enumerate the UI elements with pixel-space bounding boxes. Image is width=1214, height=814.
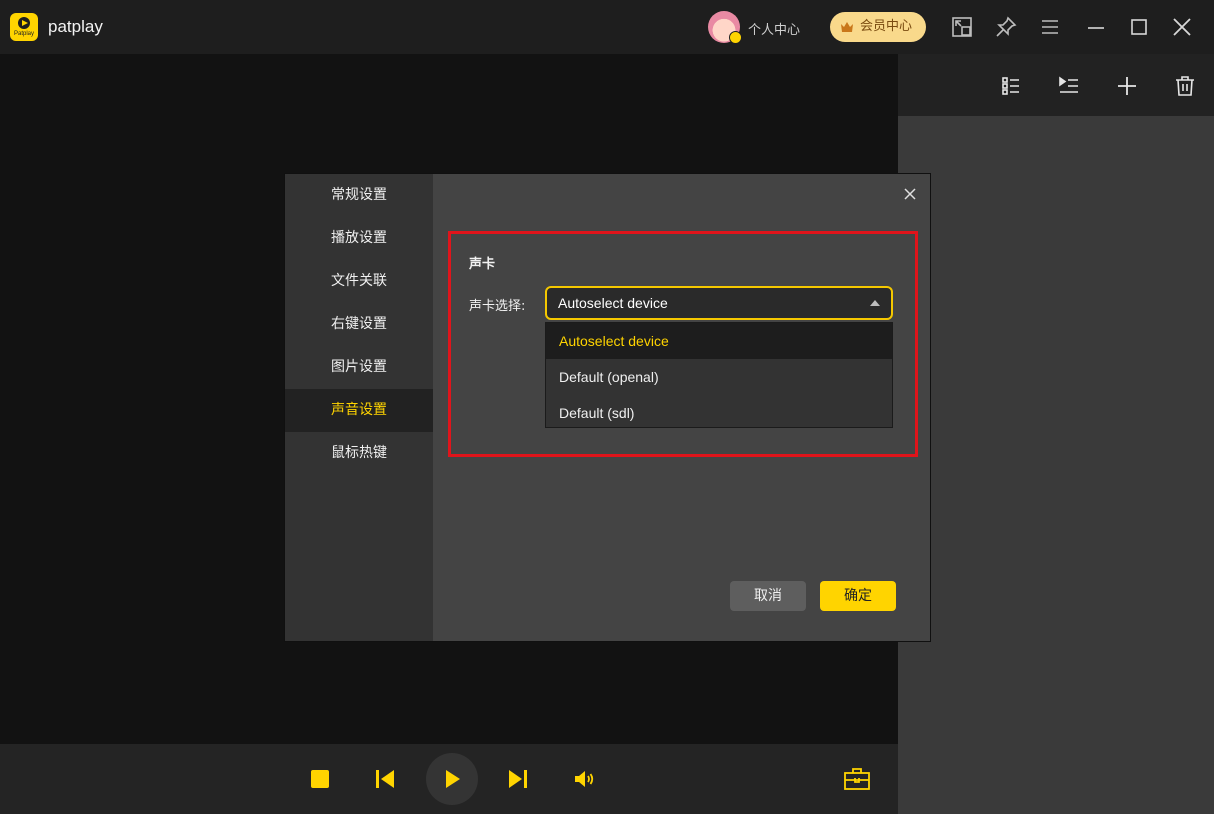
option-openal[interactable]: Default (openal) — [546, 359, 892, 395]
playlist-mode-icon[interactable] — [1057, 74, 1081, 98]
select-value: Autoselect device — [558, 295, 668, 311]
maximize-icon[interactable] — [1127, 15, 1151, 39]
playlist-panel — [898, 54, 1214, 814]
previous-icon[interactable] — [373, 767, 397, 791]
minimize-icon[interactable] — [1084, 15, 1108, 39]
play-button[interactable] — [426, 753, 478, 805]
play-icon — [446, 770, 460, 788]
close-window-icon[interactable] — [1170, 15, 1194, 39]
settings-dialog: 常规设置 播放设置 文件关联 右键设置 图片设置 声音设置 鼠标热键 声卡 声卡… — [284, 173, 931, 642]
cancel-button[interactable]: 取消 — [730, 581, 806, 611]
nav-item-file-association[interactable]: 文件关联 — [285, 260, 433, 303]
nav-item-context-menu[interactable]: 右键设置 — [285, 303, 433, 346]
section-title: 声卡 — [469, 257, 496, 272]
sound-card-section: 声卡 声卡选择: Autoselect device Autoselect de… — [448, 231, 918, 457]
stop-icon[interactable] — [308, 767, 332, 791]
chevron-up-icon — [870, 300, 880, 306]
delete-icon[interactable] — [1173, 74, 1197, 98]
mini-player-icon[interactable] — [950, 15, 974, 39]
crown-icon — [841, 22, 853, 32]
option-sdl[interactable]: Default (sdl) — [546, 395, 892, 431]
option-autoselect[interactable]: Autoselect device — [546, 323, 892, 359]
list-view-icon[interactable] — [999, 74, 1023, 98]
app-logo-icon: Patplay — [10, 13, 38, 41]
title-bar: Patplay patplay 个人中心 会员中心 — [0, 0, 1214, 54]
sound-card-dropdown: Autoselect device Default (openal) Defau… — [545, 322, 893, 428]
nav-item-playback[interactable]: 播放设置 — [285, 217, 433, 260]
user-center-link[interactable]: 个人中心 — [748, 19, 800, 38]
ok-button[interactable]: 确定 — [820, 581, 896, 611]
menu-icon[interactable] — [1038, 15, 1062, 39]
vip-center-label: 会员中心 — [860, 19, 913, 34]
patplay-window: Patplay patplay 个人中心 会员中心 常规设置 播放设置 文件关联… — [0, 0, 1214, 814]
nav-item-image[interactable]: 图片设置 — [285, 346, 433, 389]
avatar[interactable] — [708, 11, 742, 44]
pin-icon[interactable] — [994, 15, 1018, 39]
app-name: patplay — [48, 17, 103, 36]
volume-icon[interactable] — [572, 767, 596, 791]
add-icon[interactable] — [1115, 74, 1139, 98]
sound-card-select[interactable]: Autoselect device — [545, 286, 893, 320]
toolbox-icon[interactable] — [843, 765, 871, 793]
player-controls — [0, 744, 898, 814]
sound-card-label: 声卡选择: — [469, 299, 526, 314]
nav-item-sound[interactable]: 声音设置 — [285, 389, 433, 432]
close-dialog-icon[interactable] — [902, 186, 918, 202]
playlist-toolbar — [898, 54, 1214, 116]
nav-item-general[interactable]: 常规设置 — [285, 174, 433, 217]
settings-nav: 常规设置 播放设置 文件关联 右键设置 图片设置 声音设置 鼠标热键 — [285, 174, 433, 641]
vip-center-button[interactable]: 会员中心 — [830, 12, 926, 42]
next-icon[interactable] — [506, 767, 530, 791]
nav-item-mouse-hotkeys[interactable]: 鼠标热键 — [285, 432, 433, 475]
